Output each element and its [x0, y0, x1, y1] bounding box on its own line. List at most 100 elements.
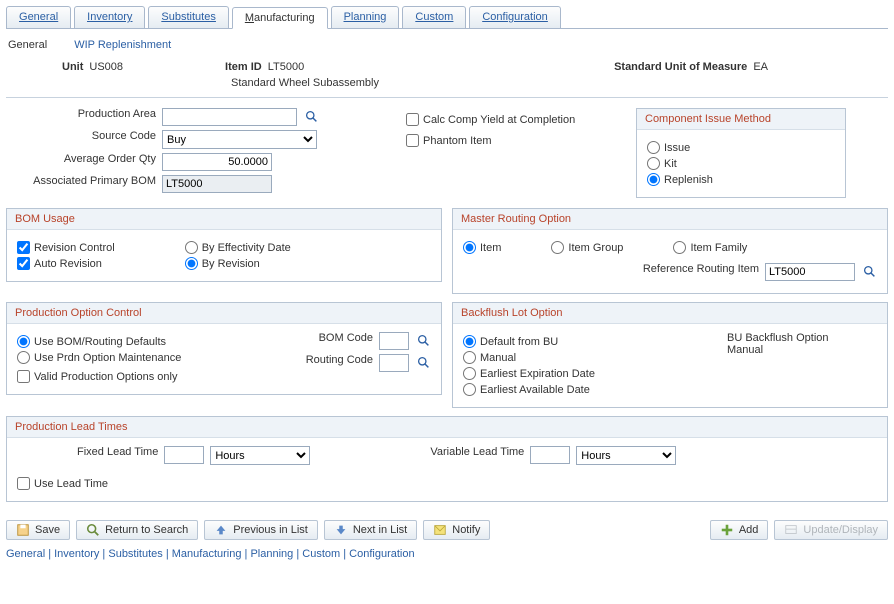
master-routing-box: Master Routing Option Item Item Group It… [452, 208, 888, 294]
variable-lead-unit[interactable]: Hours [576, 446, 676, 465]
mro-itemgroup-radio[interactable] [551, 241, 564, 254]
assoc-bom-label: Associated Primary BOM [6, 175, 156, 187]
footer-links: General | Inventory | Substitutes | Manu… [6, 548, 888, 560]
sub-link-bar: General WIP Replenishment [8, 39, 888, 51]
unit-value: US008 [89, 61, 123, 73]
backflush-box: Backflush Lot Option Default from BU Man… [452, 302, 888, 408]
bom-usage-title: BOM Usage [7, 209, 441, 230]
save-button[interactable]: Save [6, 520, 70, 540]
stduom-label: Standard Unit of Measure [614, 61, 747, 73]
avg-qty-label: Average Order Qty [6, 153, 156, 165]
footlink-custom[interactable]: Custom [302, 548, 340, 560]
arrow-up-icon [214, 523, 228, 537]
footlink-configuration[interactable]: Configuration [349, 548, 414, 560]
fixed-lead-label: Fixed Lead Time [77, 446, 158, 458]
use-prdn-radio[interactable] [17, 351, 30, 364]
phantom-label: Phantom Item [423, 135, 491, 147]
sublink-wip[interactable]: WIP Replenishment [74, 39, 171, 51]
rev-ctrl-checkbox[interactable] [17, 241, 30, 254]
ref-routing-input[interactable] [765, 263, 855, 281]
master-routing-title: Master Routing Option [453, 209, 887, 230]
routing-code-input[interactable] [379, 354, 409, 372]
prev-button[interactable]: Previous in List [204, 520, 318, 540]
calc-comp-checkbox[interactable] [406, 113, 419, 126]
separator [6, 97, 888, 98]
arrow-down-icon [334, 523, 348, 537]
replenish-radio[interactable] [647, 173, 660, 186]
lookup-icon[interactable] [415, 332, 431, 348]
tab-bar: General Inventory Substitutes Manufactur… [6, 6, 888, 29]
button-bar: Save Return to Search Previous in List N… [6, 520, 888, 540]
tab-inventory[interactable]: Inventory [74, 6, 145, 28]
footlink-planning[interactable]: Planning [250, 548, 293, 560]
lookup-icon[interactable] [861, 263, 877, 279]
avg-qty-input[interactable] [162, 153, 272, 171]
footlink-manufacturing[interactable]: Manufacturing [172, 548, 242, 560]
prod-area-label: Production Area [6, 108, 156, 120]
notify-icon [433, 523, 447, 537]
add-button[interactable]: Add [710, 520, 769, 540]
component-issue-box: Component Issue Method Issue Kit Repleni… [636, 108, 846, 198]
return-button[interactable]: Return to Search [76, 520, 198, 540]
ref-routing-label: Reference Routing Item [643, 263, 759, 275]
by-eff-radio[interactable] [185, 241, 198, 254]
plus-icon [720, 523, 734, 537]
header-info: Unit US008 Item ID LT5000 Standard Unit … [12, 61, 888, 73]
item-id-label: Item ID [225, 61, 262, 73]
item-id-value: LT5000 [268, 61, 305, 73]
tab-general[interactable]: General [6, 6, 71, 28]
calc-comp-label: Calc Comp Yield at Completion [423, 114, 575, 126]
by-rev-radio[interactable] [185, 257, 198, 270]
bf-default-radio[interactable] [463, 335, 476, 348]
bom-code-label: BOM Code [319, 332, 373, 344]
unit-label: Unit [62, 61, 83, 73]
update-display-button[interactable]: Update/Display [774, 520, 888, 540]
bu-opt-label: BU Backflush Option [727, 332, 877, 344]
lead-times-box: Production Lead Times Fixed Lead Time Ho… [6, 416, 888, 502]
tab-manufacturing[interactable]: Manufacturing [232, 7, 328, 29]
footlink-substitutes[interactable]: Substitutes [108, 548, 162, 560]
notify-button[interactable]: Notify [423, 520, 490, 540]
kit-radio[interactable] [647, 157, 660, 170]
next-button[interactable]: Next in List [324, 520, 417, 540]
mro-item-radio[interactable] [463, 241, 476, 254]
bu-opt-value: Manual [727, 344, 877, 356]
issue-radio[interactable] [647, 141, 660, 154]
variable-lead-input[interactable] [530, 446, 570, 464]
backflush-title: Backflush Lot Option [453, 303, 887, 324]
tab-configuration[interactable]: Configuration [469, 6, 560, 28]
lookup-icon[interactable] [303, 108, 319, 124]
lookup-icon[interactable] [415, 354, 431, 370]
tab-substitutes[interactable]: Substitutes [148, 6, 228, 28]
save-icon [16, 523, 30, 537]
source-code-select[interactable]: Buy [162, 130, 317, 149]
prod-opt-box: Production Option Control Use BOM/Routin… [6, 302, 442, 395]
stduom-value: EA [753, 61, 768, 73]
auto-rev-checkbox[interactable] [17, 257, 30, 270]
assoc-bom-input [162, 175, 272, 193]
use-lead-checkbox[interactable] [17, 477, 30, 490]
fixed-lead-unit[interactable]: Hours [210, 446, 310, 465]
variable-lead-label: Variable Lead Time [430, 446, 524, 458]
lead-times-title: Production Lead Times [7, 417, 887, 438]
item-desc: Standard Wheel Subassembly [231, 77, 888, 89]
valid-only-checkbox[interactable] [17, 370, 30, 383]
bf-avail-radio[interactable] [463, 383, 476, 396]
bom-code-input[interactable] [379, 332, 409, 350]
footlink-inventory[interactable]: Inventory [54, 548, 99, 560]
mro-itemfamily-radio[interactable] [673, 241, 686, 254]
sublink-general[interactable]: General [8, 39, 47, 51]
tab-planning[interactable]: Planning [331, 6, 400, 28]
phantom-checkbox[interactable] [406, 134, 419, 147]
fixed-lead-input[interactable] [164, 446, 204, 464]
bf-manual-radio[interactable] [463, 351, 476, 364]
source-code-label: Source Code [6, 130, 156, 142]
routing-code-label: Routing Code [306, 354, 373, 366]
footlink-general[interactable]: General [6, 548, 45, 560]
tab-custom[interactable]: Custom [402, 6, 466, 28]
prod-opt-title: Production Option Control [7, 303, 441, 324]
prod-area-input[interactable] [162, 108, 297, 126]
bf-exp-radio[interactable] [463, 367, 476, 380]
update-icon [784, 523, 798, 537]
use-bom-radio[interactable] [17, 335, 30, 348]
